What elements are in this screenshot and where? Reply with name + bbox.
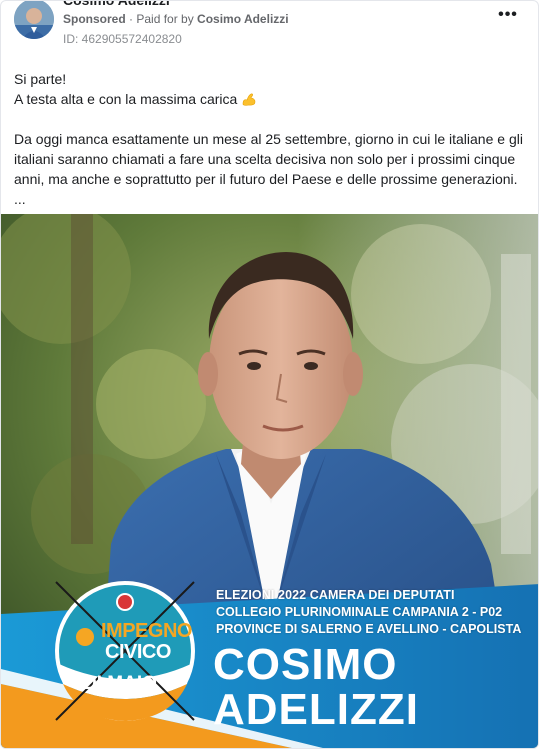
ad-image[interactable]: IMPEGNO CIVICO DI MAIO ELEZIONI 2022 CAM… [1,214,538,748]
logo-text-impegno: IMPEGNO [101,620,192,642]
logo-text-di-maio: DI MAIO [83,673,157,694]
page-name[interactable]: Cosimo Adelizzi [63,1,170,8]
avatar[interactable] [14,1,54,39]
sponsored-post: Cosimo Adelizzi Sponsored · Paid for by … [0,0,539,749]
text-line-1: Si parte! [14,71,67,87]
avatar-image [14,1,54,39]
ad-id: ID: 462905572402820 [63,32,182,46]
candidate-last-name: ADELIZZI [213,685,419,734]
flexed-biceps-icon [242,93,256,106]
logo-text-civico: CIVICO [105,641,171,663]
caption-provinces: PROVINCE DI SALERNO E AVELLINO - CAPOLIS… [216,622,522,636]
text-paragraph: Da oggi manca esattamente un mese al 25 … [14,131,523,187]
sponsored-label: Sponsored [63,12,126,26]
caption-election: ELEZIONI 2022 CAMERA DEI DEPUTATI [216,588,455,602]
candidate-first-name: COSIMO [213,640,398,689]
caption-district: COLLEGIO PLURINOMINALE CAMPANIA 2 - P02 [216,605,503,619]
paid-for-prefix: Paid for by [136,12,198,26]
see-more-ellipsis[interactable]: ... [14,189,529,209]
post-header: Cosimo Adelizzi Sponsored · Paid for by … [1,1,538,56]
separator: · [125,12,137,26]
paid-for-name: Cosimo Adelizzi [197,12,289,26]
post-text: Si parte! A testa alta e con la massima … [14,69,529,209]
sponsor-line: Sponsored · Paid for by Cosimo Adelizzi [63,12,289,26]
more-icon: ••• [498,6,518,23]
more-options-button[interactable]: ••• [495,7,521,29]
text-line-2: A testa alta e con la massima carica [14,89,529,109]
